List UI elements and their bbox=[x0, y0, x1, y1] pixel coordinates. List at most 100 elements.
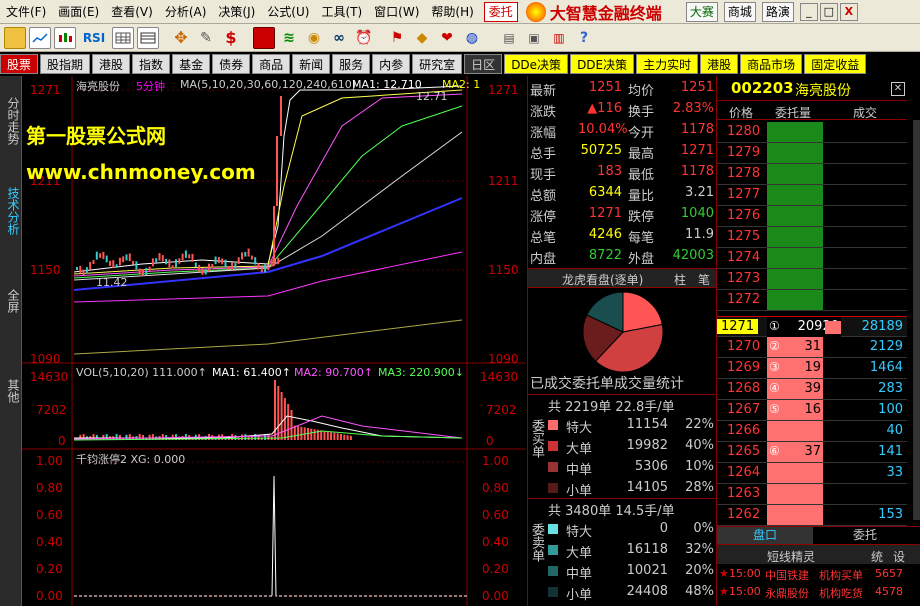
book-scrollbar[interactable] bbox=[913, 120, 920, 520]
quote-value: 1251 bbox=[588, 80, 622, 95]
rail-technical[interactable]: 技术分析 bbox=[0, 166, 22, 256]
tab-index-futures[interactable]: 股指期 bbox=[40, 54, 91, 74]
flag-icon[interactable] bbox=[253, 26, 275, 49]
news-time: 15:00 bbox=[729, 567, 761, 580]
lhb-tick-button[interactable]: 笔 bbox=[698, 271, 710, 288]
coin-icon[interactable]: ◉ bbox=[303, 27, 325, 49]
news-stat-button[interactable]: 统 bbox=[871, 548, 883, 565]
tab-commodity[interactable]: 商品 bbox=[252, 54, 291, 74]
quote-label-2: 最低 bbox=[628, 168, 655, 183]
tab-main-force[interactable]: 主力实时 bbox=[636, 54, 699, 74]
kline-icon[interactable] bbox=[54, 26, 76, 49]
quote-label-2: 外盘 bbox=[628, 252, 655, 267]
warning-icon[interactable]: ⚑ bbox=[386, 27, 408, 49]
bid-row[interactable]: 1265 ⑥ 37 141 bbox=[717, 442, 907, 463]
tab-stocks[interactable]: 股票 bbox=[0, 54, 39, 74]
layout-icon[interactable]: ▥ bbox=[548, 27, 570, 49]
menu-formula[interactable]: 公式(U) bbox=[261, 0, 315, 24]
close-button[interactable]: X bbox=[839, 2, 858, 21]
tab-hk-2[interactable]: 港股 bbox=[700, 54, 739, 74]
candle bbox=[125, 254, 128, 261]
stat-percent: 28% bbox=[685, 480, 714, 495]
bid-row[interactable]: 1266 40 bbox=[717, 421, 907, 442]
terminal-window: 文件(F) 画面(E) 查看(V) 分析(A) 决策(J) 公式(U) 工具(T… bbox=[0, 0, 920, 606]
window-icon[interactable]: ▣ bbox=[523, 27, 545, 49]
move-icon[interactable]: ✥ bbox=[170, 27, 192, 49]
chart-svg[interactable] bbox=[22, 76, 526, 606]
window-tab-order[interactable]: 委托 bbox=[483, 1, 518, 22]
diamond-icon[interactable]: ◆ bbox=[411, 27, 433, 49]
ask-price: 1273 bbox=[727, 271, 761, 286]
stat-swatch-icon bbox=[548, 587, 558, 597]
maximize-button[interactable]: □ bbox=[819, 2, 838, 21]
tab-service[interactable]: 服务 bbox=[332, 54, 371, 74]
help-icon[interactable]: ? bbox=[573, 27, 595, 49]
candle bbox=[76, 267, 78, 270]
rail-fullscreen[interactable]: 全屏 bbox=[0, 256, 22, 346]
alarm-icon[interactable]: ⏰ bbox=[353, 27, 375, 49]
tab-bond[interactable]: 债券 bbox=[212, 54, 251, 74]
tab-region[interactable]: 日区 bbox=[464, 54, 503, 74]
rail-intraday[interactable]: 分时走势 bbox=[0, 76, 22, 166]
bid-row[interactable]: 1262 153 bbox=[717, 505, 907, 526]
menu-view[interactable]: 查看(V) bbox=[105, 0, 159, 24]
tab-hk[interactable]: 港股 bbox=[92, 54, 131, 74]
folder-icon[interactable] bbox=[4, 26, 26, 49]
bid-row[interactable]: 1264 33 bbox=[717, 463, 907, 484]
candle bbox=[208, 263, 210, 272]
globe-icon[interactable]: ◍ bbox=[461, 27, 483, 49]
table-icon[interactable] bbox=[137, 26, 159, 49]
heart-icon[interactable]: ❤ bbox=[436, 27, 458, 49]
minimize-button[interactable]: _ bbox=[799, 2, 818, 21]
menu-window[interactable]: 窗口(W) bbox=[368, 0, 425, 24]
menu-analysis[interactable]: 分析(A) bbox=[159, 0, 213, 24]
tab-research[interactable]: 研究室 bbox=[412, 54, 463, 74]
tab-entrust[interactable]: 委托 bbox=[817, 527, 913, 544]
rsi-button[interactable]: RSI bbox=[79, 27, 109, 49]
tab-dde-decision-2[interactable]: DDE决策 bbox=[570, 54, 635, 74]
bid-row[interactable]: 1267 ⑤ 16 100 bbox=[717, 400, 907, 421]
news-settings-button[interactable]: 设 bbox=[893, 548, 905, 565]
menu-help[interactable]: 帮助(H) bbox=[425, 0, 479, 24]
candle bbox=[79, 265, 82, 274]
lhb-bar-button[interactable]: 柱 bbox=[674, 271, 686, 288]
quote-value-2: 42003 bbox=[672, 248, 714, 263]
menu-screen[interactable]: 画面(E) bbox=[52, 0, 105, 24]
menu-file[interactable]: 文件(F) bbox=[0, 0, 52, 24]
candle bbox=[115, 264, 118, 268]
link-mall[interactable]: 商城 bbox=[723, 1, 756, 22]
rail-other[interactable]: 其他 bbox=[0, 346, 22, 436]
news-item[interactable]: ★ 15:00 永鼎股份 机构吃货 4578 bbox=[717, 584, 920, 601]
news-item[interactable]: ★ 15:00 中国铁建 机构买单 5657 bbox=[717, 566, 920, 583]
tab-fixed-income[interactable]: 固定收益 bbox=[804, 54, 867, 74]
menu-tools[interactable]: 工具(T) bbox=[315, 0, 368, 24]
line-chart-icon[interactable] bbox=[29, 26, 51, 49]
vol-tick-right-top: 14630 bbox=[480, 370, 519, 384]
dollar-button[interactable]: $ bbox=[220, 27, 242, 49]
link-roadshow[interactable]: 路演 bbox=[761, 1, 794, 22]
bid-row[interactable]: 1269 ③ 19 1464 bbox=[717, 358, 907, 379]
close-book-icon[interactable]: ✕ bbox=[891, 82, 905, 96]
document-icon[interactable]: ▤ bbox=[498, 27, 520, 49]
grid-icon[interactable] bbox=[112, 26, 134, 49]
tab-index[interactable]: 指数 bbox=[132, 54, 171, 74]
tab-dde-decision[interactable]: DDe决策 bbox=[504, 54, 569, 74]
menu-decision[interactable]: 决策(J) bbox=[212, 0, 261, 24]
tab-commodity-market[interactable]: 商品市场 bbox=[740, 54, 803, 74]
signal-icon[interactable]: ≋ bbox=[278, 27, 300, 49]
link-contest[interactable]: 大赛 bbox=[685, 1, 718, 22]
candle bbox=[175, 259, 177, 268]
bid-index: ① bbox=[769, 319, 780, 333]
binoculars-icon[interactable]: ∞ bbox=[328, 27, 350, 49]
ruler-icon[interactable]: ✎ bbox=[195, 27, 217, 49]
tab-fund[interactable]: 基金 bbox=[172, 54, 211, 74]
bid-row[interactable]: 1270 ② 31 2129 bbox=[717, 337, 907, 358]
tab-insider[interactable]: 内参 bbox=[372, 54, 411, 74]
xg-signal-line bbox=[72, 475, 467, 597]
main-ma1-value: MA1: 12.710 bbox=[352, 78, 422, 91]
bid-row[interactable]: 1263 bbox=[717, 484, 907, 505]
tab-news[interactable]: 新闻 bbox=[292, 54, 331, 74]
tab-handicap[interactable]: 盘口 bbox=[717, 527, 813, 544]
bid-row[interactable]: 1271 ① 20920 28189 bbox=[717, 316, 907, 337]
bid-row[interactable]: 1268 ④ 39 283 bbox=[717, 379, 907, 400]
